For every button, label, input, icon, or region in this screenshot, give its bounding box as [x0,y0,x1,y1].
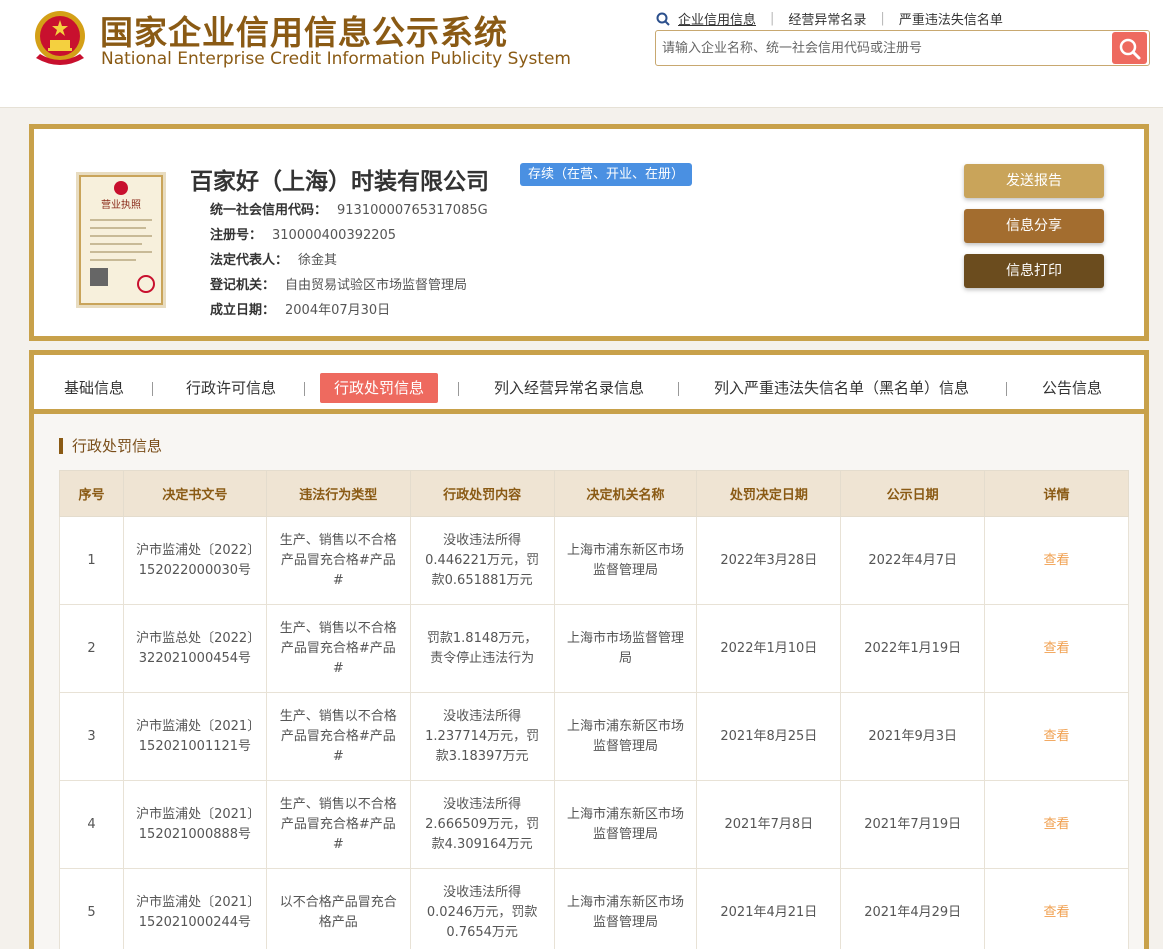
tab-separator [458,382,459,396]
nav-blacklist[interactable]: 严重违法失信名单 [899,9,1003,28]
tab-admin-penalty[interactable]: 行政处罚信息 [320,373,439,403]
search-icon [656,12,670,26]
nav-abnormal-list[interactable]: 经营异常名录 [788,9,866,28]
site-title-en: National Enterprise Credit Information P… [101,49,571,69]
info-established-date: 成立日期： 2004年07月30日 [210,303,391,318]
view-details-link[interactable]: 查看 [984,604,1129,693]
penalty-section: 行政处罚信息 序号 决定书文号 违法行为类型 行政处罚内容 决定机关名称 处罚决… [29,414,1149,949]
tab-announcements[interactable]: 公告信息 [1028,373,1116,403]
table-row: 1 沪市监浦处〔2022〕152022000030号 生产、销售以不合格产品冒充… [59,516,1129,605]
view-details-link[interactable]: 查看 [984,516,1129,605]
business-license-image: 营业执照 [76,172,166,308]
tab-basic-info[interactable]: 基础信息 [50,373,138,403]
view-details-link[interactable]: 查看 [984,780,1129,869]
search-box [655,30,1150,66]
table-row: 3 沪市监浦处〔2021〕152021001121号 生产、销售以不合格产品冒充… [59,692,1129,781]
table-header-row: 序号 决定书文号 违法行为类型 行政处罚内容 决定机关名称 处罚决定日期 公示日… [59,470,1129,517]
tab-separator [304,382,305,396]
tab-separator [1006,382,1007,396]
header-publish-date: 公示日期 [840,470,986,517]
tab-separator [678,382,679,396]
header-penalty-content: 行政处罚内容 [409,470,555,517]
status-badge: 存续（在营、开业、在册） [520,163,693,186]
table-row: 2 沪市监总处〔2022〕322021000454号 生产、销售以不合格产品冒充… [59,604,1129,693]
nav-enterprise-credit[interactable]: 企业信用信息 [678,9,756,28]
tab-blacklist[interactable]: 列入严重违法失信名单（黑名单）信息 [700,373,983,403]
info-reg-number: 注册号： 310000400392205 [210,228,397,243]
search-icon [1119,38,1141,60]
search-input[interactable] [662,31,1112,65]
company-name: 百家好（上海）时装有限公司 [190,169,489,195]
tab-admin-license[interactable]: 行政许可信息 [172,373,290,403]
send-report-button[interactable]: 发送报告 [964,164,1104,198]
header-decision-date: 处罚决定日期 [696,470,842,517]
view-details-link[interactable]: 查看 [984,692,1129,781]
site-title-cn: 国家企业信用信息公示系统 [100,13,508,52]
section-title: 行政处罚信息 [59,438,162,454]
view-details-link[interactable]: 查看 [984,868,1129,949]
tab-separator [152,382,153,396]
tab-abnormal-list[interactable]: 列入经营异常名录信息 [480,373,658,403]
print-info-button[interactable]: 信息打印 [964,254,1104,288]
tabs-bar: 基础信息 行政许可信息 行政处罚信息 列入经营异常名录信息 列入严重违法失信名单… [29,350,1149,414]
table-row: 4 沪市监浦处〔2021〕152021000888号 生产、销售以不合格产品冒充… [59,780,1129,869]
company-card: 营业执照 百家好（上海）时装有限公司 存续（在营、开业、在册） 统一社会信用代码… [29,124,1149,341]
info-registration-authority: 登记机关： 自由贸易试验区市场监督管理局 [210,278,468,293]
header-details: 详情 [984,470,1129,517]
share-info-button[interactable]: 信息分享 [964,209,1104,243]
search-button[interactable] [1112,32,1147,64]
nav-separator: | [770,11,775,26]
info-legal-rep: 法定代表人： 徐金其 [210,253,338,268]
top-nav: 企业信用信息 | 经营异常名录 | 严重违法失信名单 [656,9,1003,28]
nav-separator: | [880,11,885,26]
site-header: 国家企业信用信息公示系统 National Enterprise Credit … [0,0,1163,108]
header-authority: 决定机关名称 [553,470,698,517]
national-emblem-icon [35,11,85,65]
table-row: 5 沪市监浦处〔2021〕152021000244号 以不合格产品冒充合格产品 … [59,868,1129,949]
header-violation-type: 违法行为类型 [265,470,411,517]
info-credit-code: 统一社会信用代码： 91310000765317085G [210,203,488,218]
header-doc-number: 决定书文号 [122,470,267,517]
penalty-table: 序号 决定书文号 违法行为类型 行政处罚内容 决定机关名称 处罚决定日期 公示日… [59,470,1129,949]
license-title: 营业执照 [101,198,141,211]
header-seq: 序号 [59,470,124,517]
